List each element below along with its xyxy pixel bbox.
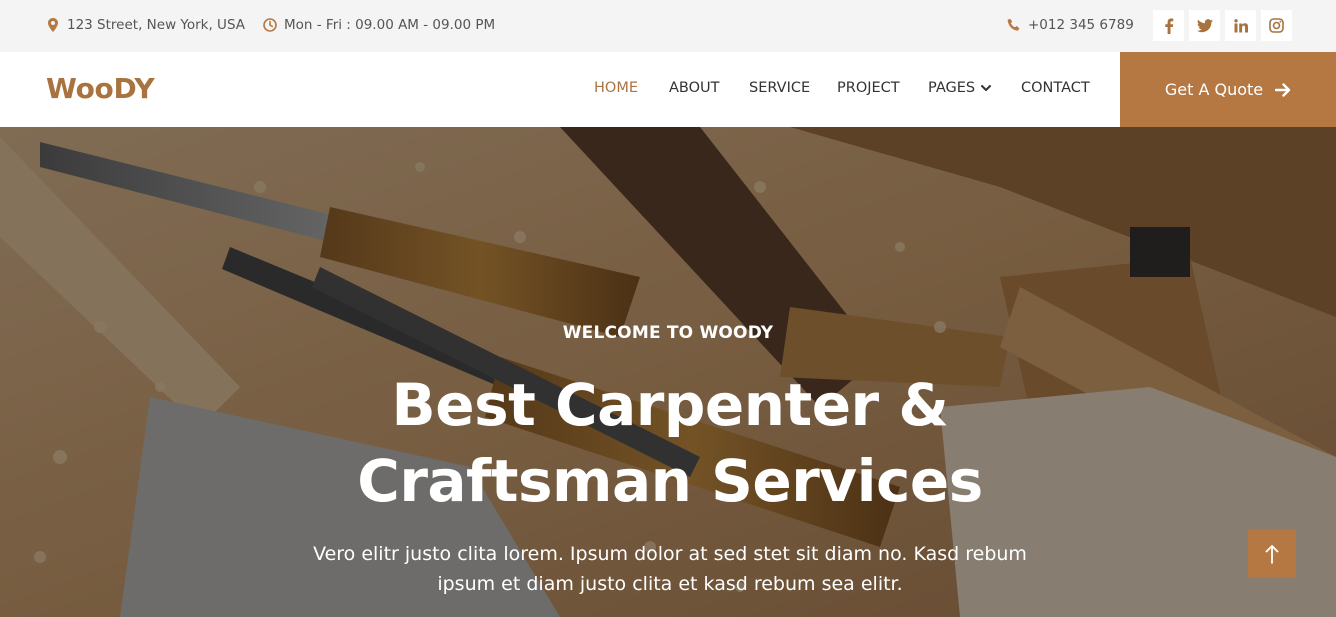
phone-info: +012 345 6789 bbox=[1006, 17, 1134, 33]
brand-logo[interactable]: WooDY bbox=[46, 72, 155, 105]
twitter-icon bbox=[1196, 18, 1213, 32]
linkedin-link[interactable] bbox=[1225, 10, 1256, 41]
phone-text: +012 345 6789 bbox=[1028, 17, 1134, 33]
nav-contact[interactable]: CONTACT bbox=[1021, 80, 1090, 96]
hero-headline-line-1: Best Carpenter & bbox=[391, 371, 949, 439]
address-info: 123 Street, New York, USA bbox=[45, 17, 245, 33]
instagram-icon bbox=[1269, 18, 1284, 33]
nav-pages-dropdown[interactable]: PAGES bbox=[928, 80, 992, 96]
facebook-icon bbox=[1164, 18, 1173, 34]
hours-info: Mon - Fri : 09.00 AM - 09.00 PM bbox=[262, 17, 495, 33]
facebook-link[interactable] bbox=[1153, 10, 1184, 41]
linkedin-icon bbox=[1233, 18, 1248, 32]
hero-lead-line-1: Vero elitr justo clita lorem. Ipsum dolo… bbox=[313, 543, 1027, 565]
nav-pages-label: PAGES bbox=[928, 80, 976, 96]
chevron-down-icon bbox=[981, 85, 992, 91]
arrow-right-icon bbox=[1275, 82, 1291, 97]
hero-headline-line-2: Craftsman Services bbox=[357, 447, 983, 515]
address-text: 123 Street, New York, USA bbox=[67, 17, 245, 33]
instagram-link[interactable] bbox=[1261, 10, 1292, 41]
hero-headline: Best Carpenter & Craftsman Services bbox=[0, 367, 1336, 519]
hero-lead-line-2: ipsum et diam justo clita et kasd rebum … bbox=[437, 573, 903, 595]
top-bar: 123 Street, New York, USA Mon - Fri : 09… bbox=[0, 0, 1336, 52]
twitter-link[interactable] bbox=[1189, 10, 1220, 41]
arrow-up-icon bbox=[1265, 545, 1279, 564]
nav-about[interactable]: ABOUT bbox=[669, 80, 720, 96]
phone-icon bbox=[1006, 17, 1022, 33]
hours-text: Mon - Fri : 09.00 AM - 09.00 PM bbox=[284, 17, 496, 33]
get-quote-button[interactable]: Get A Quote bbox=[1120, 52, 1336, 127]
hero-section: WELCOME TO WOODY Best Carpenter & Crafts… bbox=[0, 127, 1336, 617]
hero-lead: Vero elitr justo clita lorem. Ipsum dolo… bbox=[300, 539, 1040, 599]
nav-project[interactable]: PROJECT bbox=[837, 80, 900, 96]
get-quote-label: Get A Quote bbox=[1164, 80, 1264, 99]
main-navbar: WooDY HOME ABOUT SERVICE PROJECT PAGES C… bbox=[0, 52, 1336, 127]
location-pin-icon bbox=[45, 17, 61, 33]
hero-eyebrow: WELCOME TO WOODY bbox=[562, 323, 774, 343]
nav-service[interactable]: SERVICE bbox=[749, 80, 810, 96]
nav-home[interactable]: HOME bbox=[594, 80, 638, 96]
clock-icon bbox=[262, 17, 278, 33]
back-to-top-button[interactable] bbox=[1248, 530, 1296, 578]
